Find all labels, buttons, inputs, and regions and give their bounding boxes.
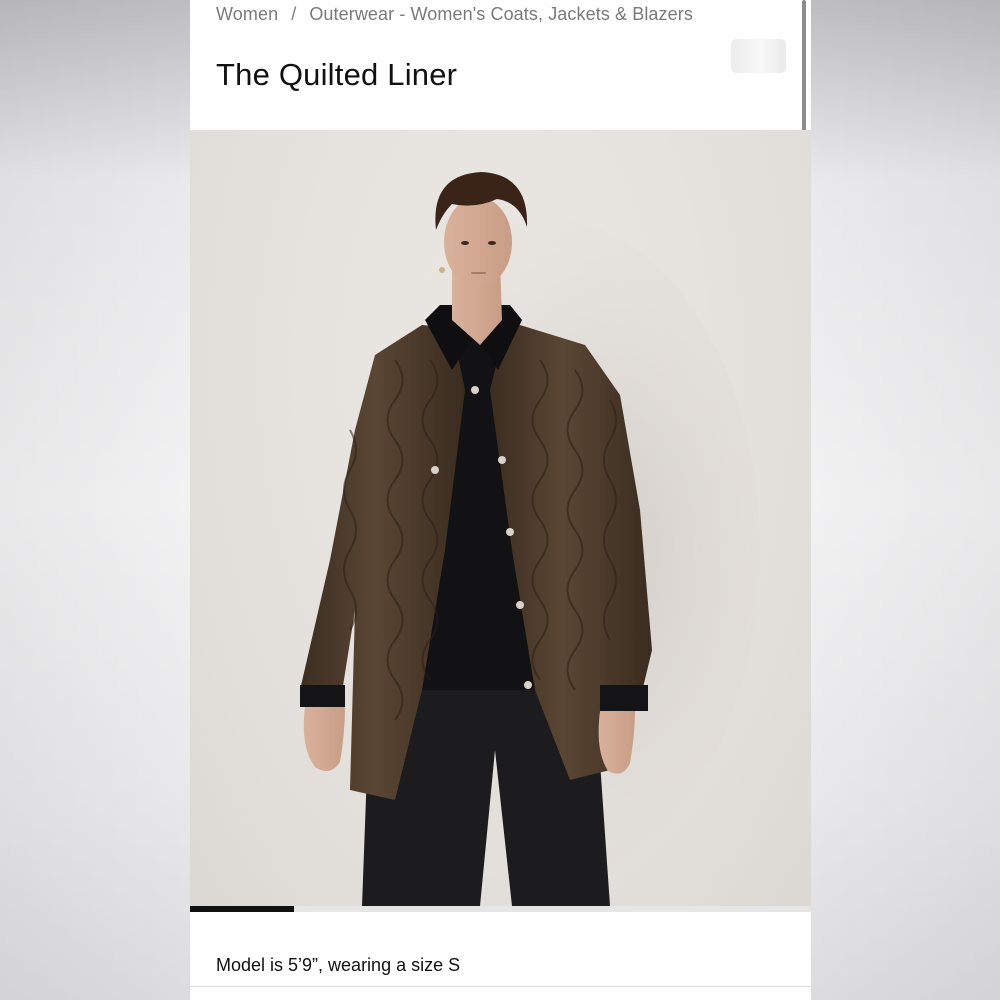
product-page-panel: Women / Outerwear - Women's Coats, Jackets…: [190, 0, 811, 1000]
breadcrumb-link-women[interactable]: Women: [216, 4, 278, 24]
breadcrumb-separator: /: [291, 4, 297, 24]
breadcrumb-link-outerwear[interactable]: Outerwear - Women's Coats, Jackets & Bla…: [309, 4, 693, 24]
left-backdrop: [0, 0, 190, 1000]
product-title: The Quilted Liner: [216, 56, 458, 92]
right-cuff: [600, 685, 648, 711]
divider: [190, 986, 811, 987]
left-cuff: [300, 685, 345, 707]
earring: [439, 267, 445, 273]
left-hand: [303, 707, 345, 771]
right-backdrop: [811, 0, 1000, 1000]
model-photo: [300, 172, 760, 906]
gallery-progress-fill: [190, 906, 294, 912]
product-image[interactable]: [190, 130, 811, 906]
gallery-progress-track: [190, 906, 811, 912]
breadcrumb: Women / Outerwear - Women's Coats, Jackets…: [216, 4, 693, 25]
share-button[interactable]: [731, 39, 786, 73]
model-size-caption: Model is 5’9”, wearing a size S: [216, 955, 461, 975]
